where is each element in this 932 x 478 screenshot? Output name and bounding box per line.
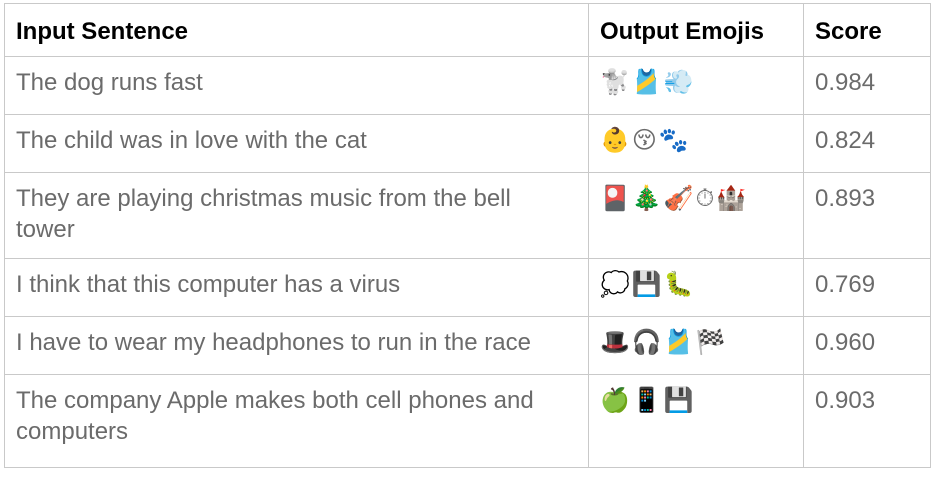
table-row: The child was in love with the cat 👶😚🐾 0…	[4, 114, 931, 173]
emoji-cell: 👶😚🐾	[588, 114, 804, 173]
score-cell: 0.903	[803, 374, 931, 468]
score-cell: 0.769	[803, 258, 931, 317]
table-row: The company Apple makes both cell phones…	[4, 374, 931, 468]
table-row: I have to wear my headphones to run in t…	[4, 316, 931, 375]
emoji-cell: 💭💾🐛	[588, 258, 804, 317]
sentence-text: They are playing christmas music from th…	[16, 185, 511, 243]
sentence-text: The child was in love with the cat	[16, 127, 367, 154]
sentence-text: I have to wear my headphones to run in t…	[16, 329, 531, 356]
results-table: Input Sentence Output Emojis Score The d…	[4, 3, 931, 468]
sentence-cell: The child was in love with the cat	[4, 114, 589, 173]
table-row: I think that this computer has a virus 💭…	[4, 258, 931, 317]
sentence-cell: I think that this computer has a virus	[4, 258, 589, 317]
sentence-text: I think that this computer has a virus	[16, 271, 401, 298]
score-cell: 0.984	[803, 56, 931, 115]
header-output-emojis: Output Emojis	[588, 3, 804, 57]
emoji-cell: 🎴🎄🎻⏱🏰	[588, 172, 804, 259]
sentence-text: The company Apple makes both cell phones…	[16, 387, 534, 445]
score-cell: 0.824	[803, 114, 931, 173]
sentence-cell: The company Apple makes both cell phones…	[4, 374, 589, 468]
sentence-cell: They are playing christmas music from th…	[4, 172, 589, 259]
emoji-cell: 🍏📱💾	[588, 374, 804, 468]
sentence-text: The dog runs fast	[16, 69, 203, 96]
score-cell: 0.893	[803, 172, 931, 259]
emoji-cell: 🐩🎽💨	[588, 56, 804, 115]
emoji-cell: 🎩🎧🎽🏁	[588, 316, 804, 375]
header-score: Score	[803, 3, 931, 57]
sentence-cell: I have to wear my headphones to run in t…	[4, 316, 589, 375]
score-cell: 0.960	[803, 316, 931, 375]
sentence-cell: The dog runs fast	[4, 56, 589, 115]
table-row: The dog runs fast 🐩🎽💨 0.984	[4, 56, 931, 115]
header-input-sentence: Input Sentence	[4, 3, 589, 57]
table-row: They are playing christmas music from th…	[4, 172, 931, 259]
table-header-row: Input Sentence Output Emojis Score	[4, 3, 931, 57]
